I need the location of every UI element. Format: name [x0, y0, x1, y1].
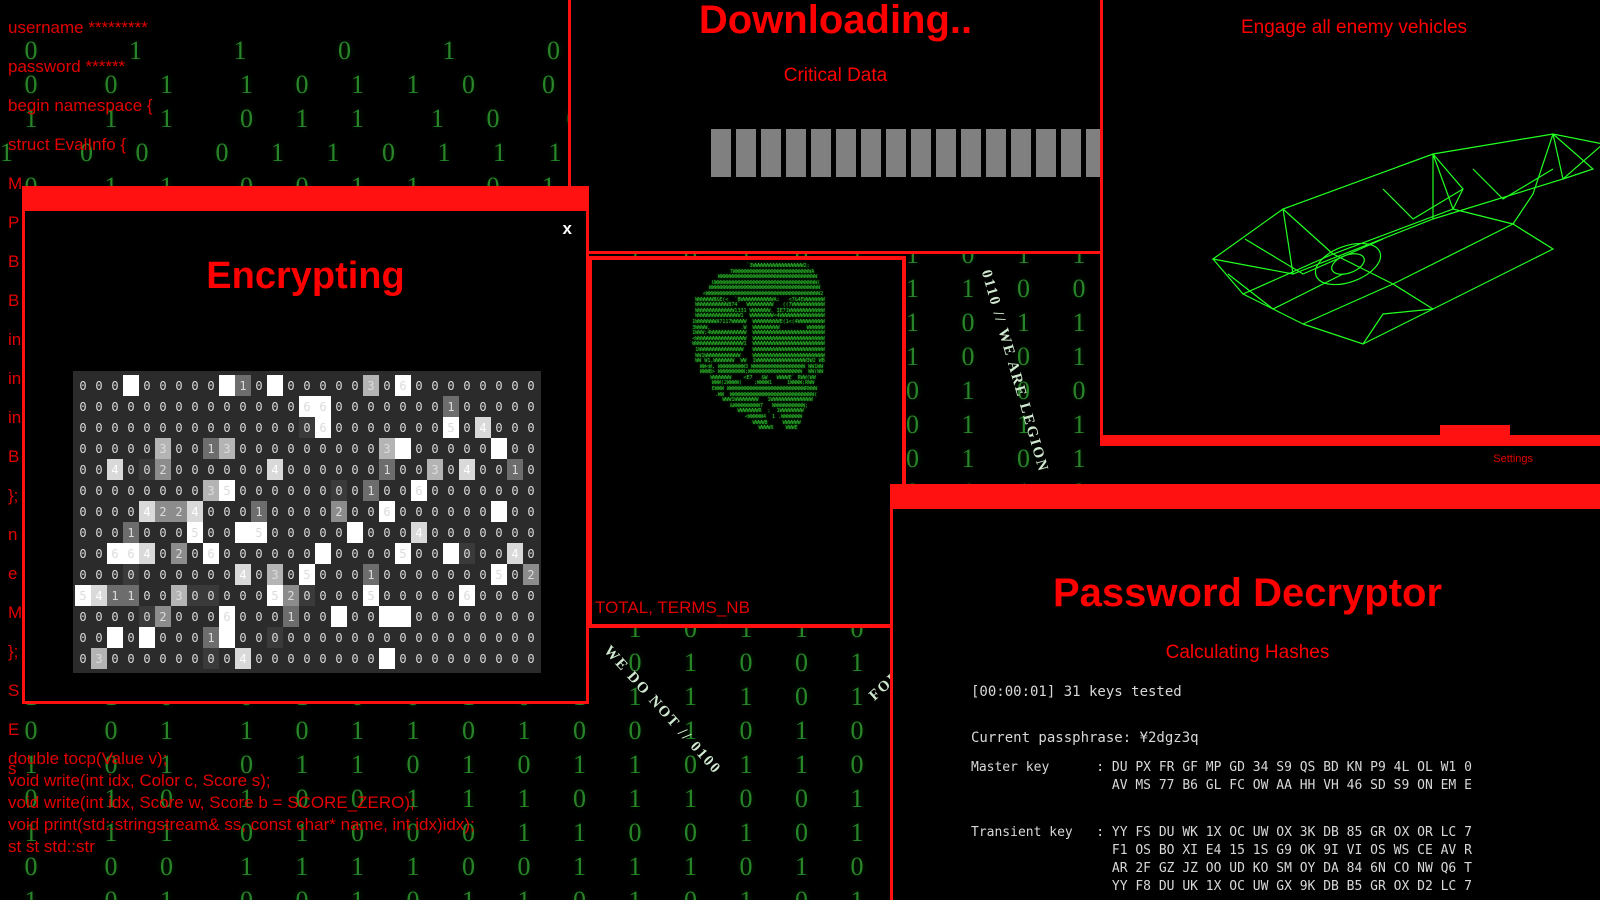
progress-block [1086, 129, 1100, 177]
downloading-window-body: Downloading.. Critical Data [571, 0, 1100, 251]
progress-block [986, 129, 1006, 177]
desktop: 0 1 1 0 1 0 1 0 1 0 1 0 0 0 1 1 0 1 1 0 … [0, 0, 1600, 900]
downloading-window[interactable]: Downloading.. Critical Data [568, 0, 1103, 254]
enemy-vehicles-window[interactable]: Engage all enemy vehicles Settings [1100, 0, 1600, 465]
ship-tab-indicator[interactable] [1440, 425, 1510, 435]
progress-block [1036, 129, 1056, 177]
progress-block [836, 129, 856, 177]
anonymous-mask-window[interactable]: `3WWWWWWWWWWWWWWWWW2; 7WWWWWWWWWWWWWWWWW… [588, 256, 906, 628]
progress-block [811, 129, 831, 177]
password-decryptor-window[interactable]: Password Decryptor Calculating Hashes [0… [890, 484, 1600, 900]
bottom-code-overlay: double tocp(Value v); void write(int idx… [8, 749, 475, 856]
progress-block [961, 129, 981, 177]
spaceship-wireframe [1211, 133, 1600, 345]
progress-block [911, 129, 931, 177]
progress-block [1061, 129, 1081, 177]
progress-block [1011, 129, 1031, 177]
settings-link[interactable]: Settings [1493, 453, 1533, 465]
progress-block [861, 129, 881, 177]
progress-block [886, 129, 906, 177]
password-title-bar[interactable] [893, 487, 1600, 509]
password-decryptor-subtitle: Calculating Hashes [1165, 642, 1330, 663]
decryptor-status-log: [00:00:01] 31 keys tested Current passph… [971, 684, 1199, 746]
progress-block [711, 129, 731, 177]
anonymous-mask-ascii-art: `3WWWWWWWWWWWWWWWWW2; 7WWWWWWWWWWWWWWWWW… [692, 263, 825, 432]
downloading-title: Downloading.. [698, 0, 973, 42]
progress-block [761, 129, 781, 177]
ship-title: Engage all enemy vehicles [1240, 17, 1468, 38]
anon-window-body: `3WWWWWWWWWWWWWWWWW2; 7WWWWWWWWWWWWWWWWW… [592, 260, 902, 624]
password-decryptor-title: Password Decryptor [1052, 571, 1443, 615]
progress-block [736, 129, 756, 177]
progress-block [786, 129, 806, 177]
transient-key-block: Transient key : YY FS DU WK 1X OC UW OX … [971, 825, 1472, 894]
master-key-block: Master key : DU PX FR GF MP GD 34 S9 QS … [971, 760, 1472, 793]
ship-footer-bar [1103, 435, 1600, 443]
progress-block [936, 129, 956, 177]
left-code-overlay: username ********* password ****** begin… [8, 18, 153, 778]
password-window-body: Password Decryptor Calculating Hashes [0… [893, 509, 1600, 900]
download-progress-bar [711, 129, 1100, 177]
ship-window-body: Engage all enemy vehicles [1103, 0, 1600, 443]
terms-overlay-text: TOTAL, TERMS_NB [595, 598, 750, 617]
downloading-subtitle: Critical Data [783, 65, 888, 86]
